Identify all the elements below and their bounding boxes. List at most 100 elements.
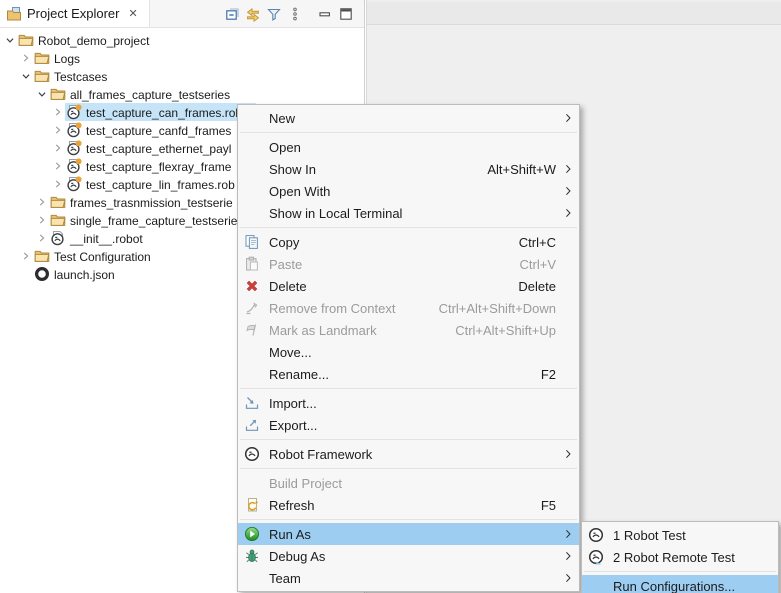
minimize-button[interactable]: [314, 3, 335, 24]
folder-icon: [50, 86, 66, 102]
chevron-right-icon[interactable]: [19, 51, 33, 65]
robot-file-icon: [66, 140, 82, 156]
chevron-down-icon[interactable]: [3, 33, 17, 47]
menu-item-run-as[interactable]: Run As: [238, 523, 579, 545]
collapse-all-button[interactable]: [221, 3, 242, 24]
menu-item-mark-as-landmark[interactable]: Mark as Landmark Ctrl+Alt+Shift+Up: [238, 319, 579, 341]
menu-separator: [240, 439, 577, 440]
chevron-right-icon[interactable]: [51, 177, 65, 191]
menu-separator: [240, 519, 577, 520]
chevron-right-icon[interactable]: [51, 105, 65, 119]
tree-item-testcases[interactable]: Testcases: [0, 67, 364, 85]
run-as-submenu: 1 Robot Test 2 Robot Remote Test Run Con…: [581, 521, 779, 593]
submenu-item-run-configurations[interactable]: Run Configurations...: [582, 575, 778, 593]
collapse-all-icon: [224, 6, 240, 22]
chevron-right-icon[interactable]: [35, 195, 49, 209]
run-icon: [244, 526, 260, 542]
menu-item-export[interactable]: Export...: [238, 414, 579, 436]
delete-icon: [244, 278, 260, 294]
chevron-right-icon[interactable]: [19, 249, 33, 263]
menu-item-show-in[interactable]: Show In Alt+Shift+W: [238, 158, 579, 180]
folder-icon: [34, 50, 50, 66]
launch-json-icon: [34, 266, 50, 282]
menu-item-open[interactable]: Open: [238, 136, 579, 158]
chevron-right-icon[interactable]: [51, 141, 65, 155]
close-icon[interactable]: ✕: [125, 6, 140, 21]
submenu-arrow-icon: [561, 447, 575, 461]
import-icon: [244, 395, 260, 411]
submenu-arrow-icon: [561, 571, 575, 585]
folder-icon: [18, 32, 34, 48]
menu-item-copy[interactable]: Copy Ctrl+C: [238, 231, 579, 253]
menu-item-show-in-local-terminal[interactable]: Show in Local Terminal: [238, 202, 579, 224]
menu-item-remove-from-context[interactable]: Remove from Context Ctrl+Alt+Shift+Down: [238, 297, 579, 319]
minimize-icon: [317, 6, 333, 22]
folder-icon: [34, 68, 50, 84]
submenu-arrow-icon: [561, 184, 575, 198]
robot-file-icon: [66, 158, 82, 174]
link-with-editor-button[interactable]: [242, 3, 263, 24]
editor-tabstrip: [367, 2, 781, 25]
chevron-right-icon[interactable]: [35, 213, 49, 227]
submenu-item-robot-remote-test[interactable]: 2 Robot Remote Test: [582, 546, 778, 568]
view-toolbar: [221, 0, 356, 27]
folder-icon: [34, 248, 50, 264]
view-tabstrip: Project Explorer ✕: [0, 0, 364, 28]
menu-item-team[interactable]: Team: [238, 567, 579, 589]
submenu-arrow-icon: [561, 162, 575, 176]
menu-item-robot-framework[interactable]: Robot Framework: [238, 443, 579, 465]
context-menu: New Open Show In Alt+Shift+W Open With S…: [237, 104, 580, 592]
submenu-item-robot-test[interactable]: 1 Robot Test: [582, 524, 778, 546]
view-menu-button[interactable]: [284, 3, 305, 24]
robot-file-icon: [66, 122, 82, 138]
tab-project-explorer[interactable]: Project Explorer ✕: [0, 0, 150, 27]
app-window: Project Explorer ✕ Robot_demo_project Lo…: [0, 0, 781, 593]
chevron-right-icon[interactable]: [51, 159, 65, 173]
robot-file-icon: [50, 230, 66, 246]
menu-item-delete[interactable]: Delete Delete: [238, 275, 579, 297]
submenu-arrow-icon: [561, 111, 575, 125]
menu-item-move[interactable]: Move...: [238, 341, 579, 363]
menu-separator: [584, 571, 776, 572]
paste-icon: [244, 256, 260, 272]
refresh-icon: [244, 497, 260, 513]
menu-separator: [240, 388, 577, 389]
menu-item-import[interactable]: Import...: [238, 392, 579, 414]
menu-separator: [240, 132, 577, 133]
folder-icon: [50, 194, 66, 210]
link-with-editor-icon: [245, 6, 261, 22]
menu-item-rename[interactable]: Rename... F2: [238, 363, 579, 385]
menu-separator: [240, 468, 577, 469]
tree-item-all-frames-capture-testseries[interactable]: all_frames_capture_testseries: [0, 85, 364, 103]
robot-file-icon: [66, 176, 82, 192]
menu-item-open-with[interactable]: Open With: [238, 180, 579, 202]
chevron-right-icon[interactable]: [35, 231, 49, 245]
chevron-down-icon[interactable]: [35, 87, 49, 101]
submenu-arrow-icon: [561, 527, 575, 541]
folder-icon: [50, 212, 66, 228]
filter-icon: [266, 6, 282, 22]
robot-file-icon: [66, 104, 82, 120]
tab-title: Project Explorer: [27, 6, 119, 21]
menu-item-paste[interactable]: Paste Ctrl+V: [238, 253, 579, 275]
tree-item-logs[interactable]: Logs: [0, 49, 364, 67]
menu-item-refresh[interactable]: Refresh F5: [238, 494, 579, 516]
menu-item-debug-as[interactable]: Debug As: [238, 545, 579, 567]
maximize-icon: [338, 6, 354, 22]
menu-separator: [240, 227, 577, 228]
landmark-flag-icon: [244, 322, 260, 338]
chevron-right-icon[interactable]: [51, 123, 65, 137]
menu-item-new[interactable]: New: [238, 107, 579, 129]
chevron-down-icon[interactable]: [19, 69, 33, 83]
copy-icon: [244, 234, 260, 250]
remove-from-context-icon: [244, 300, 260, 316]
maximize-button[interactable]: [335, 3, 356, 24]
submenu-arrow-icon: [561, 549, 575, 563]
menu-item-build-project[interactable]: Build Project: [238, 472, 579, 494]
export-icon: [244, 417, 260, 433]
filter-button[interactable]: [263, 3, 284, 24]
project-explorer-icon: [6, 6, 22, 22]
robot-framework-icon: [588, 527, 604, 543]
submenu-arrow-icon: [561, 206, 575, 220]
tree-item-project[interactable]: Robot_demo_project: [0, 31, 364, 49]
